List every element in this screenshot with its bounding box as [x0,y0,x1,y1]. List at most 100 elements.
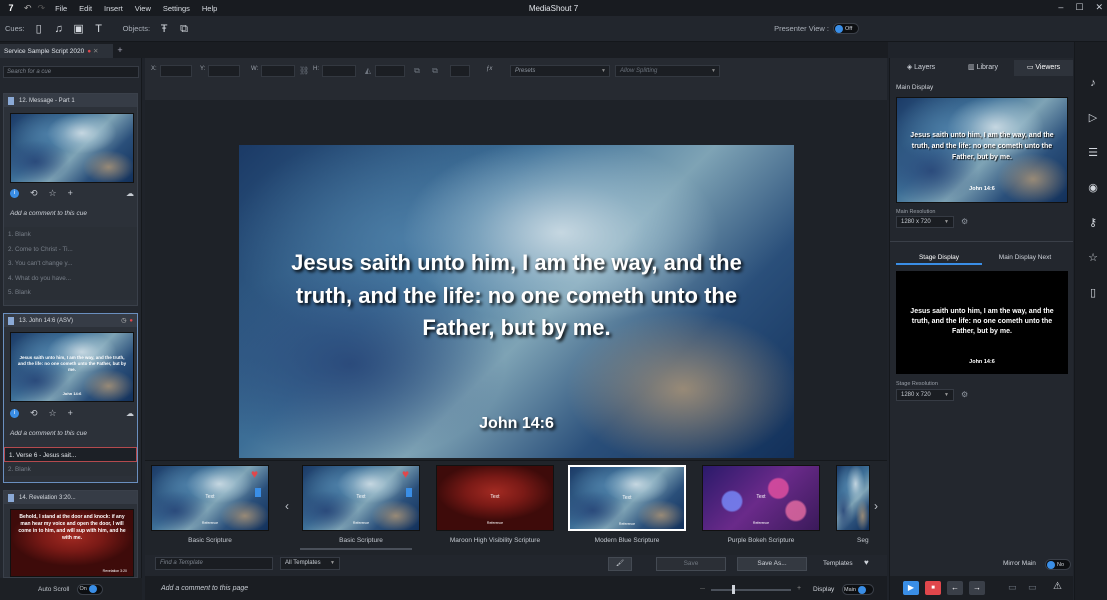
text-cue-icon[interactable]: T [93,22,105,36]
align-dropdown[interactable] [450,65,470,77]
loop-icon[interactable]: ⟲ [30,188,38,199]
bring-forward-icon[interactable]: ⧉ [412,66,422,76]
cue-thumbnail[interactable]: Behold, I stand at the door and knock: i… [10,509,134,577]
cue-item-14[interactable]: 14. Revelation 3:20... Behold, I stand a… [3,490,138,578]
find-template-input[interactable]: Find a Template [155,557,273,570]
music-icon[interactable]: ♪ [1087,76,1099,90]
zoom-slider[interactable] [711,589,791,591]
template-filter-dropdown[interactable]: All Templates ▼ [280,557,340,570]
record-icon[interactable]: ● [129,318,133,324]
slide-item[interactable]: 2. Come to Christ - Ti... [4,242,137,257]
cue-comment[interactable]: Add a comment to this cue [7,427,136,443]
slide-reference-text[interactable]: John 14:6 [239,415,794,433]
star-icon[interactable]: ☆ [1087,251,1099,265]
save-template-button[interactable]: Save [656,557,726,571]
key-icon[interactable]: ⚷ [1087,216,1099,230]
prev-button[interactable]: ← [947,581,963,595]
book-icon[interactable]: ▯ [1087,286,1099,300]
close-icon[interactable]: ✕ [1095,2,1103,13]
play-media-icon[interactable]: ▷ [1087,111,1099,125]
tab-library[interactable]: ▥ Library [952,60,1014,76]
heart-icon[interactable]: ♥ [402,467,409,481]
brush-button[interactable]: 🖌 [608,557,632,571]
scroll-left-icon[interactable]: ‹ [285,499,289,513]
presets-dropdown[interactable]: Presets ▼ [510,65,610,77]
zoom-out-icon[interactable]: — [700,586,705,592]
text-object-icon[interactable]: Ŧ [158,22,170,36]
tab-main-display-next[interactable]: Main Display Next [982,251,1068,265]
menu-insert[interactable]: Insert [104,4,123,13]
cue-info-icon[interactable]: i [10,188,19,198]
main-display-preview[interactable]: Jesus saith unto him, I am the way, and … [896,97,1068,203]
tab-close-icon[interactable]: ● [87,48,91,55]
play-button[interactable]: ▶ [903,581,919,595]
slide-item[interactable]: 4. What do you have... [4,271,137,286]
cue-thumbnail[interactable] [10,113,134,183]
slide-item[interactable]: 3. You can't change y... [4,256,137,271]
gear-icon[interactable]: ⚙ [961,217,968,226]
auto-scroll-toggle[interactable]: On [77,583,104,595]
template-thumb[interactable]: Text Reference [702,465,820,531]
tab-stage-display[interactable]: Stage Display [896,251,982,265]
opacity-input[interactable] [375,65,405,77]
stage-resolution-dropdown[interactable]: 1280 x 720 ▼ [896,389,954,401]
gear-icon[interactable]: ⚙ [961,390,968,399]
new-document-icon[interactable]: ▯ [33,22,45,36]
bookmark-icon[interactable] [406,488,412,497]
tab-x-icon[interactable]: ✕ [93,48,98,55]
templates-toggle-icon[interactable]: ♥ [864,558,869,567]
redo-icon[interactable]: ↷ [38,3,46,14]
cue-item-13[interactable]: 13. John 14:6 (ASV) ◷ ● Jesus saith unto… [3,313,138,483]
x-input[interactable] [160,65,192,77]
bookmark-icon[interactable] [255,488,261,497]
tab-viewers[interactable]: ▭ Viewers [1014,60,1073,76]
cloud-icon[interactable]: ☁ [126,409,134,418]
app-logo-icon[interactable]: 7 [4,1,18,15]
slide-item[interactable]: 5. Blank [4,285,137,300]
menu-file[interactable]: File [55,4,67,13]
opacity-icon[interactable]: ◭ [363,66,373,76]
clock-icon[interactable]: ◷ [121,317,126,324]
star-icon[interactable]: ☆ [49,408,57,419]
zoom-slider-thumb[interactable] [732,585,735,594]
bible-cue-icon[interactable]: ▣ [73,22,85,36]
tab-service-sample[interactable]: Service Sample Script 2020 ● ✕ [0,44,113,58]
slide-item[interactable]: 1. Blank [4,227,137,242]
fx-label[interactable]: ƒx [486,66,492,78]
monitor-icon[interactable]: ▭ [1008,582,1017,593]
undo-icon[interactable]: ↶ [24,3,32,14]
template-thumb[interactable]: Text Reference [436,465,554,531]
scroll-right-icon[interactable]: › [874,499,878,513]
maximize-icon[interactable]: ☐ [1075,2,1083,13]
copy-object-icon[interactable]: ⧉ [178,22,190,36]
tab-layers[interactable]: ◈ Layers [890,60,952,76]
template-scrollbar[interactable] [300,548,412,550]
next-button[interactable]: → [969,581,985,595]
heart-icon[interactable]: ♥ [251,467,258,481]
h-input[interactable] [322,65,356,77]
mirror-main-toggle[interactable]: No [1045,559,1071,570]
warning-icon[interactable]: ⚠ [1053,581,1062,592]
add-tab-button[interactable]: + [115,45,125,56]
save-as-button[interactable]: Save As... [737,557,807,571]
cue-item-12[interactable]: 12. Message - Part 1 i ⟲ ☆ + ☁ Add a com… [3,93,138,306]
stop-button[interactable]: ■ [925,581,941,595]
slide-canvas[interactable]: Jesus saith unto him, I am the way, and … [239,145,794,458]
zoom-in-icon[interactable]: + [797,585,801,592]
cue-comment[interactable]: Add a comment to this cue [7,207,136,223]
cue-info-icon[interactable]: i [10,408,19,418]
cloud-icon[interactable]: ☁ [126,189,134,198]
search-cue-input[interactable]: Search for a cue [3,66,139,78]
list-icon[interactable]: ☰ [1087,146,1099,160]
menu-view[interactable]: View [135,4,151,13]
slide-item-selected[interactable]: 1. Verse 6 - Jesus sait... [4,447,137,462]
w-input[interactable] [261,65,295,77]
main-resolution-dropdown[interactable]: 1280 x 720 ▼ [896,216,954,228]
page-comment[interactable]: Add a comment to this page [161,585,248,592]
display-toggle[interactable]: Main [842,584,874,595]
stage-display-preview[interactable]: Jesus saith unto him, I am the way, and … [896,271,1068,374]
menu-settings[interactable]: Settings [163,4,190,13]
loop-icon[interactable]: ⟲ [30,408,38,419]
slide-item[interactable]: 2. Blank [4,462,137,477]
send-backward-icon[interactable]: ⧉ [430,66,440,76]
